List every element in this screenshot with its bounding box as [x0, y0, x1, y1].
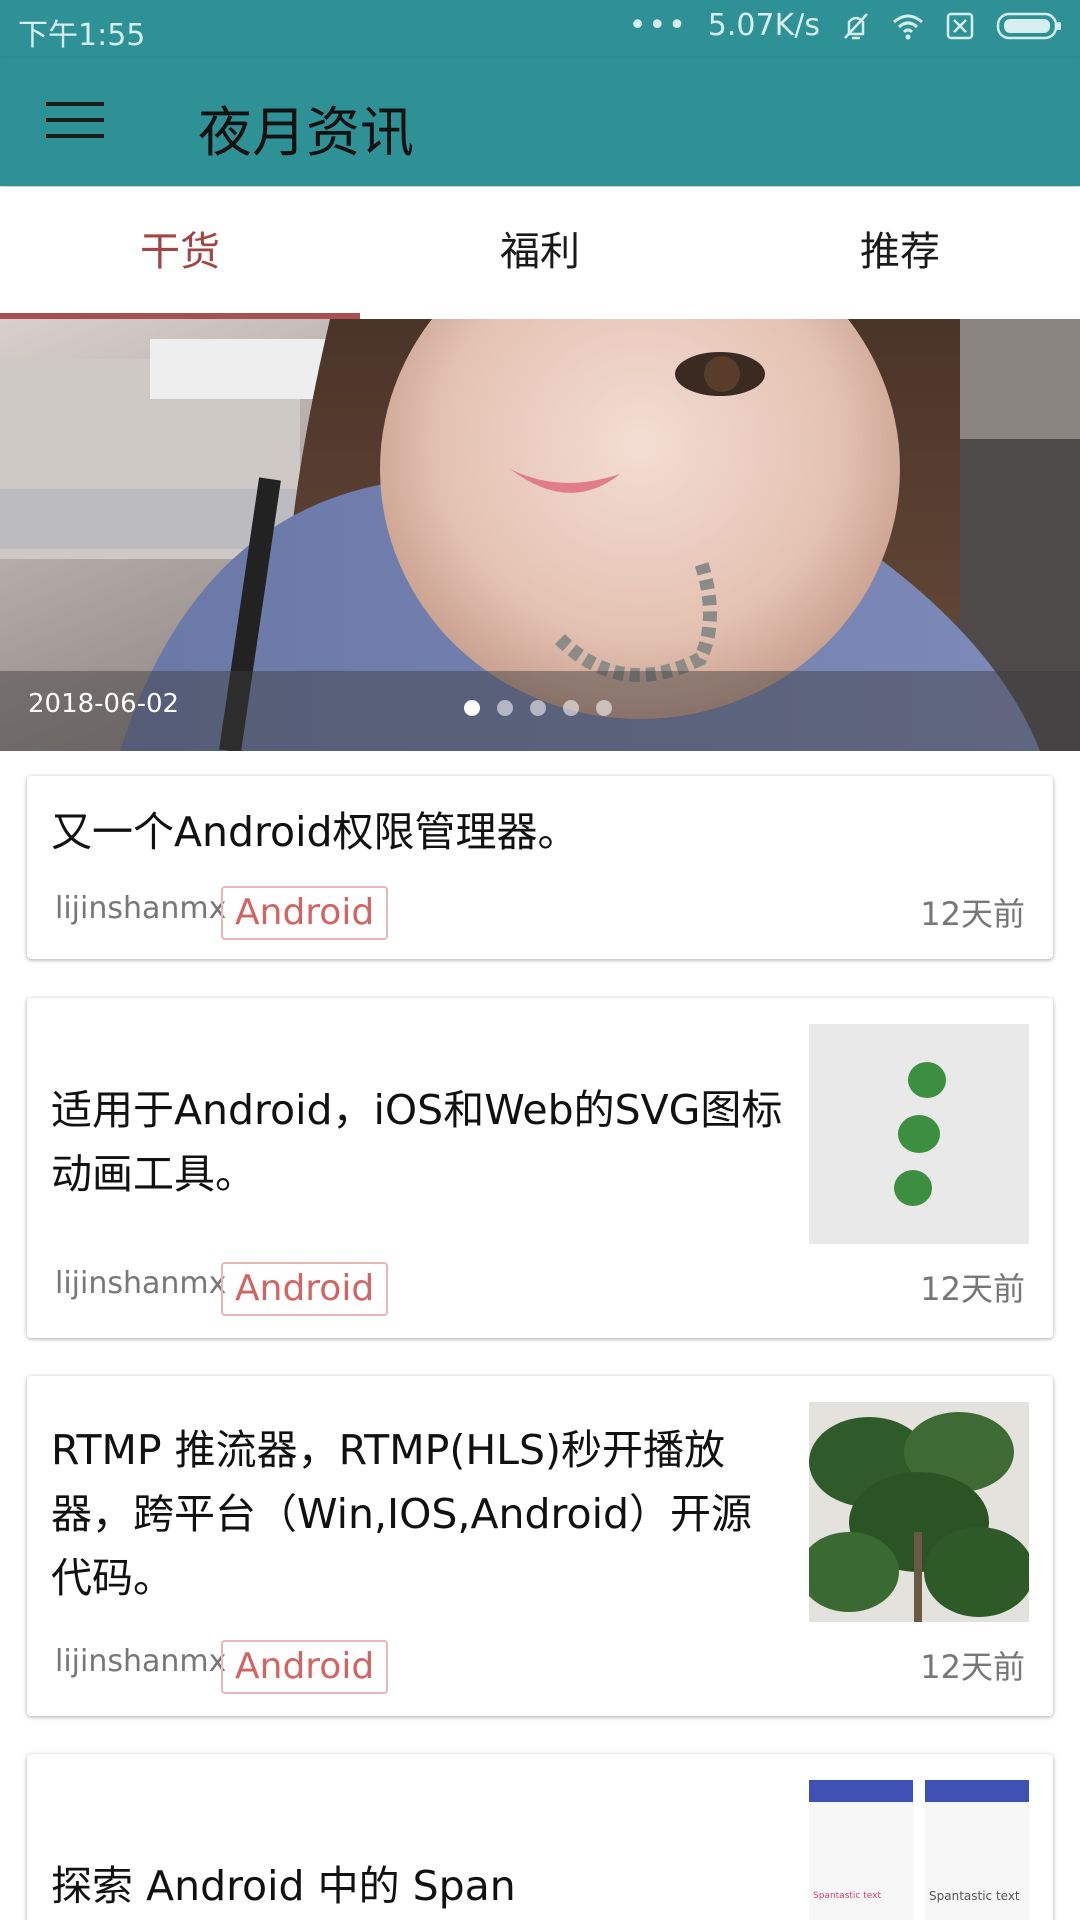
- article-tag[interactable]: Android: [221, 886, 389, 940]
- tab-bar: 干货 福利 推荐: [0, 187, 1080, 318]
- status-icons: ••• 5.07K/s: [629, 8, 1062, 43]
- article-time-ago: 12天前: [920, 895, 1025, 933]
- tab-tuijian[interactable]: 推荐: [720, 187, 1080, 318]
- article-card[interactable]: 又一个Android权限管理器。 lijinshanmx Android 12天…: [27, 776, 1053, 959]
- article-card[interactable]: 适用于Android，iOS和Web的SVG图标 动画工具。 lijinshan…: [27, 998, 1053, 1338]
- indicator-dot[interactable]: [530, 700, 546, 716]
- tab-fuli[interactable]: 福利: [360, 187, 720, 318]
- indicator-dot-active[interactable]: [464, 700, 480, 716]
- status-time: 下午1:55: [18, 18, 146, 53]
- article-tag[interactable]: Android: [221, 1262, 389, 1316]
- hamburger-menu-icon[interactable]: [36, 96, 108, 146]
- article-title: 又一个Android权限管理器。: [51, 808, 579, 856]
- indicator-dot[interactable]: [563, 700, 579, 716]
- article-list[interactable]: 又一个Android权限管理器。 lijinshanmx Android 12天…: [0, 752, 1080, 1920]
- vibrate-mute-icon: [844, 12, 868, 39]
- tab-ganhuo[interactable]: 干货: [0, 187, 360, 318]
- article-thumbnail: [809, 1402, 1029, 1622]
- article-thumbnail: Spantastic text Spantastic text: [809, 1780, 1029, 1920]
- status-bar: 下午1:55 ••• 5.07K/s: [0, 0, 1080, 58]
- indicator-dot[interactable]: [497, 700, 513, 716]
- app-title: 夜月资讯: [198, 101, 414, 164]
- article-time-ago: 12天前: [920, 1648, 1025, 1686]
- article-author: lijinshanmx: [55, 1266, 227, 1301]
- article-author: lijinshanmx: [55, 1644, 227, 1679]
- indicator-dot[interactable]: [596, 700, 612, 716]
- carousel-indicators: [464, 700, 612, 716]
- article-card[interactable]: RTMP 推流器，RTMP(HLS)秒开播放 器，跨平台（Win,IOS,And…: [27, 1376, 1053, 1716]
- article-author: lijinshanmx: [55, 891, 227, 926]
- article-title-line: RTMP 推流器，RTMP(HLS)秒开播放: [51, 1426, 726, 1474]
- battery-icon: [996, 12, 1061, 39]
- no-sim-icon: [946, 12, 974, 39]
- article-card[interactable]: 探索 Android 中的 Span Spantastic text Spant…: [27, 1754, 1053, 1920]
- wifi-icon: [893, 14, 923, 39]
- thumb-text-left: Spantastic text: [813, 1891, 881, 1901]
- thumb-text-right: Spantastic text: [929, 1889, 1020, 1903]
- banner-date: 2018-06-02: [28, 689, 180, 719]
- article-title-line: 代码。: [51, 1554, 174, 1602]
- article-title: 探索 Android 中的 Span: [51, 1862, 516, 1910]
- article-title-line: 适用于Android，iOS和Web的SVG图标: [51, 1086, 783, 1134]
- app-bar: 夜月资讯: [0, 58, 1080, 186]
- banner-carousel[interactable]: 2018-06-02: [0, 319, 1080, 751]
- more-dots-icon: •••: [628, 8, 688, 43]
- article-thumbnail: [809, 1024, 1029, 1244]
- article-title-line: 器，跨平台（Win,IOS,Android）开源: [51, 1490, 752, 1538]
- article-tag[interactable]: Android: [221, 1640, 389, 1694]
- article-title-line: 动画工具。: [51, 1150, 256, 1198]
- article-time-ago: 12天前: [920, 1270, 1025, 1308]
- network-speed: 5.07K/s: [707, 8, 820, 43]
